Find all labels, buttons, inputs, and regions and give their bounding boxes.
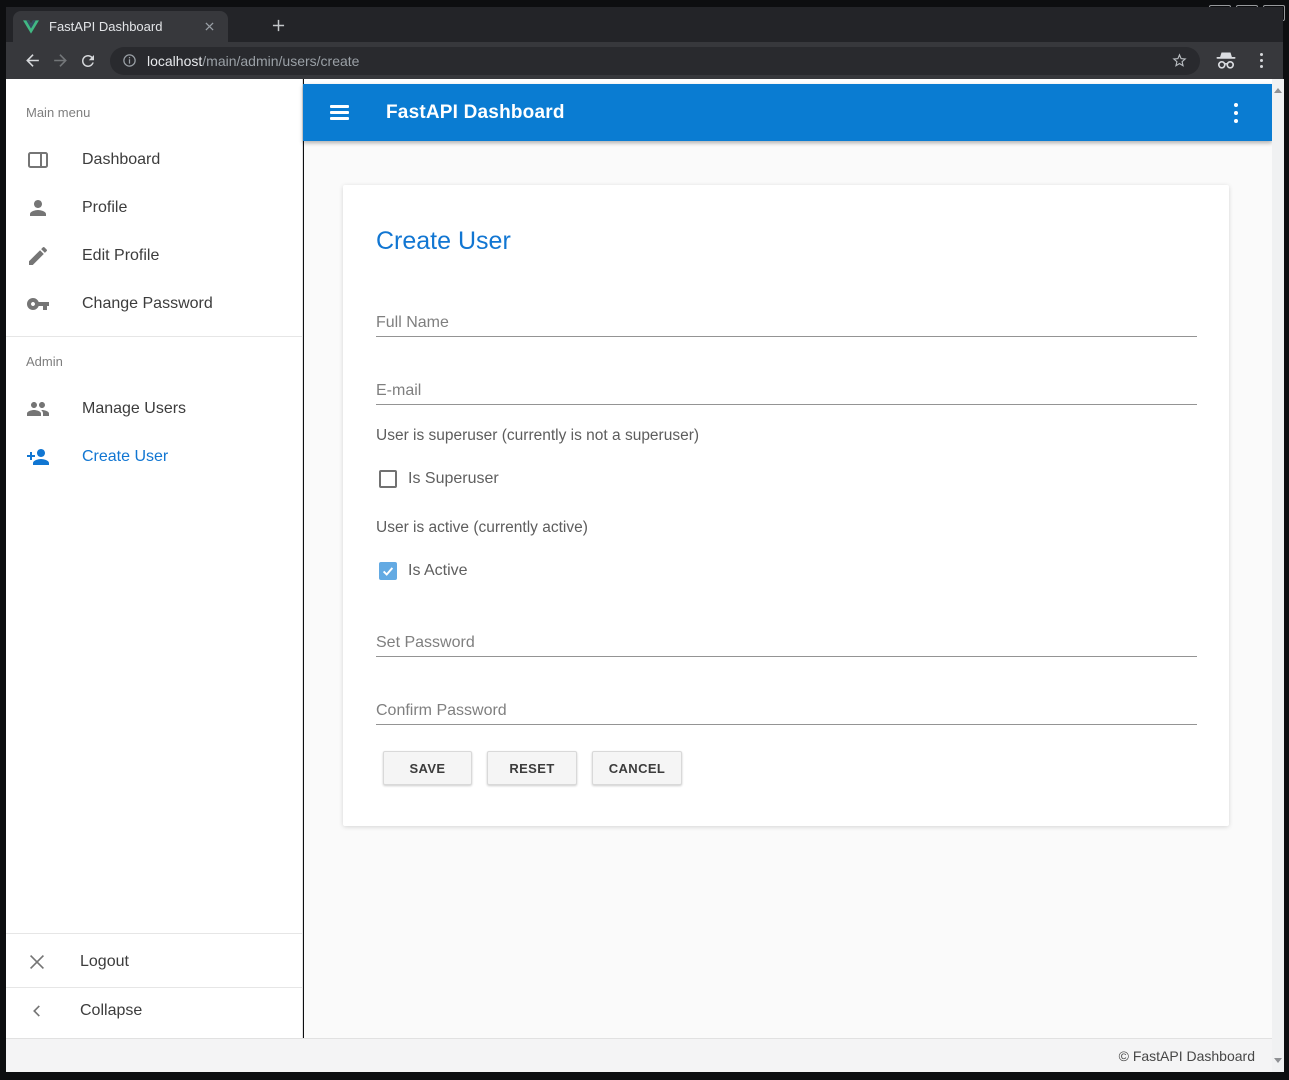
- email-field: [376, 377, 1197, 405]
- superuser-hint: User is superuser (currently is not a su…: [376, 427, 699, 445]
- copyright-text: © FastAPI Dashboard: [1119, 1048, 1255, 1064]
- plus-icon: [272, 19, 285, 32]
- full-name-input[interactable]: [376, 309, 1197, 337]
- x-cross-icon: [26, 951, 48, 973]
- chevron-left-icon: [26, 1000, 48, 1022]
- forward-button[interactable]: [46, 47, 74, 75]
- sidebar-item-collapse[interactable]: Collapse: [6, 987, 302, 1035]
- reload-icon: [79, 52, 97, 70]
- main-content: FastAPI Dashboard Create User User is su…: [304, 79, 1284, 1038]
- sidebar-section-admin: Admin: [26, 354, 63, 369]
- new-tab-button[interactable]: [265, 13, 291, 37]
- cancel-button[interactable]: CANCEL: [592, 751, 682, 785]
- is-superuser-label: Is Superuser: [408, 470, 499, 488]
- person-add-icon: [26, 445, 50, 469]
- browser-menu-button[interactable]: [1260, 53, 1263, 68]
- browser-window: FastAPI Dashboard localhost/main/admin/u…: [0, 0, 1289, 1080]
- dashboard-icon: [26, 148, 50, 172]
- app-bar: FastAPI Dashboard: [303, 84, 1272, 141]
- sidebar-item-edit-profile[interactable]: Edit Profile: [6, 232, 302, 280]
- scroll-down-button[interactable]: [1274, 1058, 1282, 1063]
- toolbar-right: [1214, 51, 1263, 71]
- password-input[interactable]: [376, 629, 1197, 657]
- sidebar-item-change-password[interactable]: Change Password: [6, 280, 302, 328]
- bookmark-star-button[interactable]: [1171, 52, 1188, 69]
- vue-logo-icon: [23, 20, 39, 34]
- hamburger-menu-button[interactable]: [330, 105, 349, 120]
- confirm-password-field: [376, 697, 1197, 725]
- people-icon: [26, 397, 50, 421]
- back-button[interactable]: [18, 47, 46, 75]
- sidebar-item-logout[interactable]: Logout: [6, 938, 302, 986]
- email-input[interactable]: [376, 377, 1197, 405]
- save-button[interactable]: SAVE: [383, 751, 472, 785]
- reset-button[interactable]: RESET: [487, 751, 577, 785]
- password-field: [376, 629, 1197, 657]
- person-icon: [26, 196, 50, 220]
- sidebar-divider: [6, 933, 302, 934]
- browser-tab[interactable]: FastAPI Dashboard: [13, 11, 228, 42]
- active-hint: User is active (currently active): [376, 519, 588, 537]
- page-title: Create User: [376, 227, 511, 256]
- is-active-checkbox-row[interactable]: Is Active: [379, 562, 468, 580]
- appbar-overflow-menu-button[interactable]: [1234, 103, 1238, 123]
- checkmark-icon: [381, 564, 395, 578]
- reload-button[interactable]: [74, 47, 102, 75]
- is-active-label: Is Active: [408, 562, 468, 580]
- incognito-icon: [1214, 51, 1238, 71]
- full-name-field: [376, 309, 1197, 337]
- sidebar-divider: [6, 336, 302, 337]
- info-icon: [122, 53, 137, 68]
- appbar-title: FastAPI Dashboard: [386, 102, 565, 124]
- url-host: localhost: [147, 53, 202, 69]
- tab-title: FastAPI Dashboard: [49, 19, 200, 34]
- is-superuser-checkbox[interactable]: [379, 470, 397, 488]
- url-path: /main/admin/users/create: [202, 53, 359, 69]
- sidebar-item-profile[interactable]: Profile: [6, 184, 302, 232]
- sidebar-item-manage-users[interactable]: Manage Users: [6, 385, 302, 433]
- browser-toolbar: localhost/main/admin/users/create: [6, 42, 1283, 79]
- is-superuser-checkbox-row[interactable]: Is Superuser: [379, 470, 499, 488]
- sidebar: Main menu Dashboard Profile Edit Profile…: [6, 79, 303, 1038]
- close-icon: [205, 22, 214, 31]
- page-scrollbar[interactable]: [1272, 79, 1284, 1072]
- sidebar-section-main-menu: Main menu: [26, 105, 90, 120]
- scroll-up-button[interactable]: [1274, 88, 1282, 93]
- pencil-icon: [26, 244, 50, 268]
- back-arrow-icon: [23, 51, 42, 70]
- form-buttons: SAVE RESET CANCEL: [383, 751, 682, 785]
- confirm-password-input[interactable]: [376, 697, 1197, 725]
- sidebar-item-create-user[interactable]: Create User: [6, 433, 302, 481]
- forward-arrow-icon: [51, 51, 70, 70]
- create-user-card: Create User User is superuser (currently…: [343, 185, 1229, 826]
- url-bar[interactable]: localhost/main/admin/users/create: [110, 47, 1200, 75]
- url-text: localhost/main/admin/users/create: [147, 53, 359, 69]
- is-active-checkbox[interactable]: [379, 562, 397, 580]
- key-icon: [26, 292, 50, 316]
- star-icon: [1171, 52, 1188, 69]
- page-footer: © FastAPI Dashboard: [6, 1038, 1284, 1072]
- tab-close-button[interactable]: [200, 18, 218, 36]
- browser-tab-bar: FastAPI Dashboard: [6, 7, 1283, 42]
- sidebar-item-dashboard[interactable]: Dashboard: [6, 136, 302, 184]
